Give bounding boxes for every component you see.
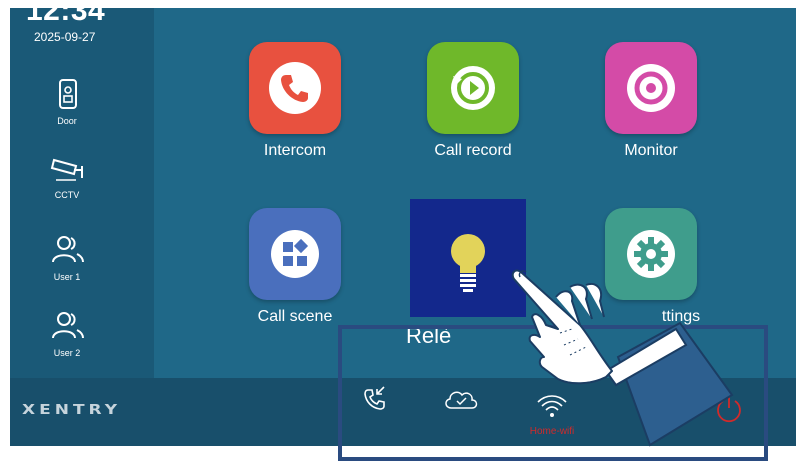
- users-icon: [52, 312, 84, 339]
- call-scene-tile: [249, 208, 341, 300]
- sidebar-item-door[interactable]: Door: [0, 76, 144, 138]
- monitor-eye-icon: [627, 64, 675, 112]
- call-scene-grid-icon: [271, 230, 319, 278]
- sidebar-item-label: CCTV: [54, 190, 80, 200]
- app-label: Intercom: [263, 142, 327, 159]
- sidebar-item-label: User 2: [53, 348, 81, 358]
- app-call-scene[interactable]: Call scene: [220, 208, 370, 326]
- app-label: Call record: [434, 142, 512, 159]
- sidebar-item-user-2[interactable]: User 2: [0, 308, 144, 370]
- call-record-icon: [451, 66, 495, 110]
- call-record-tile: [427, 42, 519, 134]
- sidebar-item-cctv[interactable]: CCTV: [0, 150, 144, 212]
- monitor-tile: [605, 42, 697, 134]
- sidebar-item-label: Door: [57, 116, 77, 126]
- users-icon: [52, 236, 84, 263]
- sidebar-item-label: User 1: [53, 272, 81, 282]
- cctv-camera-icon: [50, 158, 83, 181]
- sidebar-item-user-1[interactable]: User 1: [0, 232, 144, 294]
- pointing-hand-icon: [511, 269, 734, 447]
- app-intercom[interactable]: Intercom: [220, 42, 370, 160]
- app-monitor[interactable]: Monitor: [576, 42, 726, 160]
- phone-icon: [269, 62, 321, 114]
- app-label: Call scene: [257, 308, 333, 325]
- clock-time: 12:34: [26, 0, 106, 27]
- app-label: Monitor: [624, 142, 678, 159]
- door-icon: [59, 79, 77, 109]
- app-call-record[interactable]: Call record: [398, 42, 548, 160]
- intercom-tile: [249, 42, 341, 134]
- brand-logo: XENTRY: [22, 402, 122, 418]
- clock-date: 2025-09-27: [34, 30, 96, 44]
